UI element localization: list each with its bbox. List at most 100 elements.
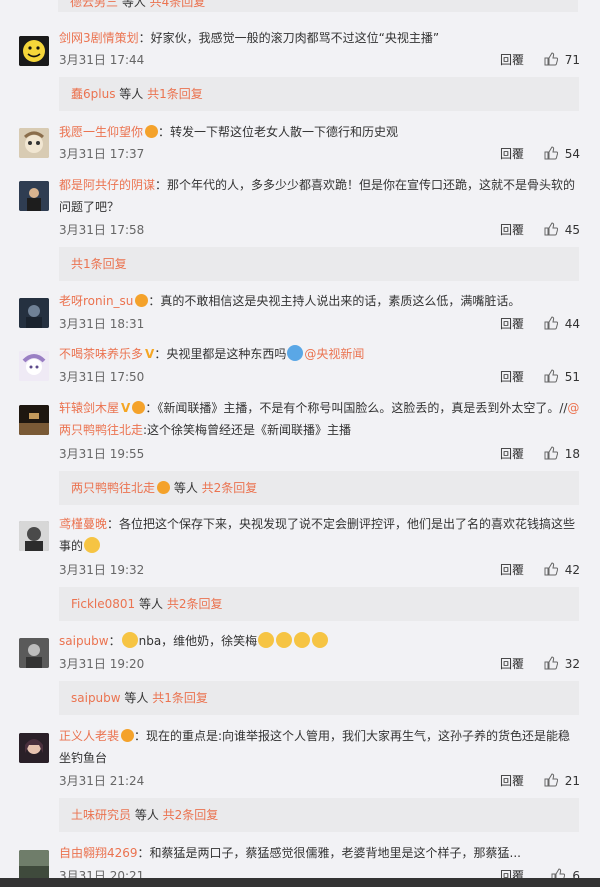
- reply-button[interactable]: 回覆: [500, 144, 524, 164]
- subreply-user[interactable]: 蠢6plus: [71, 87, 115, 101]
- comment-username[interactable]: 剑网3剧情策划: [59, 31, 139, 45]
- partial-subreply-box[interactable]: 德云男三 等人 共4条回复: [58, 0, 578, 12]
- fan-badge-icon: [132, 401, 146, 414]
- reply-button[interactable]: 回覆: [500, 367, 524, 387]
- subreply-user[interactable]: Fickle0801: [71, 597, 135, 611]
- reply-button[interactable]: 回覆: [500, 220, 524, 240]
- comment-time: 3月31日 17:44: [59, 53, 145, 67]
- comment-text: ：: [108, 634, 121, 648]
- subreply-box[interactable]: 共1条回复: [59, 247, 579, 281]
- subreply-box[interactable]: 蠢6plus 等人 共1条回复: [59, 77, 579, 111]
- comment-content: 正义人老裴 ：现在的重点是:向谁举报这个人管用，我们大家再生气，这孙子养的货色还是…: [59, 725, 580, 769]
- subreply-user[interactable]: 德云男三: [70, 0, 118, 9]
- like-button[interactable]: 18: [544, 444, 580, 464]
- comment-content: 鸢槿蔓晚：各位把这个保存下来，央视发现了说不定会删评控评，他们是出了名的喜欢花钱…: [59, 513, 580, 557]
- like-button[interactable]: 44: [544, 314, 580, 334]
- subreply-box[interactable]: saipubw 等人 共1条回复: [59, 681, 579, 715]
- comment-username[interactable]: 不喝茶味养乐多: [59, 347, 143, 361]
- verified-v-icon: V: [145, 347, 155, 361]
- comment-meta: 3月31日 17:37 回覆 54: [59, 144, 580, 164]
- comment-text-rest: nba，维他奶，徐笑梅: [138, 634, 258, 648]
- comment-text: ：央视里都是这种东西吗: [154, 347, 287, 361]
- thumbs-up-icon: [544, 369, 558, 383]
- reply-button[interactable]: 回覆: [500, 444, 524, 464]
- subreply-total[interactable]: 共2条回复: [163, 808, 219, 822]
- like-button[interactable]: 21: [544, 771, 580, 791]
- comment-username[interactable]: 老呀ronin_su: [59, 294, 133, 308]
- like-button[interactable]: 32: [544, 654, 580, 674]
- subreply-user[interactable]: 两只鸭鸭往北走: [71, 481, 155, 495]
- comment-content: 我愿一生仰望你 ：转发一下帮这位老女人散一下德行和历史观: [59, 121, 580, 143]
- comment-meta: 3月31日 17:58 回覆 45: [59, 220, 580, 240]
- avatar[interactable]: [19, 128, 49, 158]
- avatar-image: [19, 638, 49, 668]
- subreply-user[interactable]: 土味研究员: [71, 808, 131, 822]
- reply-button[interactable]: 回覆: [500, 560, 524, 580]
- comment-meta: 3月31日 18:31 回覆 44: [59, 314, 580, 334]
- subreply-total[interactable]: 共4条回复: [150, 0, 206, 9]
- comment-time: 3月31日 19:20: [59, 657, 145, 671]
- comment-username[interactable]: 正义人老裴: [59, 729, 119, 743]
- comment-username[interactable]: 轩辕剑木屋: [59, 401, 119, 415]
- like-button[interactable]: 54: [544, 144, 580, 164]
- comment-username[interactable]: 都是阿共仔的阴谋: [59, 178, 155, 192]
- avatar[interactable]: [19, 850, 49, 880]
- crying-emoji-icon: [84, 537, 101, 553]
- doge-emoji-icon: [276, 632, 293, 648]
- comment-text: ：和蔡猛是两口子，蔡猛感觉很儒雅，老婆背地里是这个样子，那蔡猛...: [137, 846, 521, 860]
- subreply-total[interactable]: 共1条回复: [152, 691, 208, 705]
- like-button[interactable]: 45: [544, 220, 580, 240]
- emoji-icon: [287, 345, 304, 361]
- mention-link[interactable]: @央视新闻: [304, 347, 364, 361]
- avatar[interactable]: [19, 405, 49, 435]
- avatar-image: [19, 298, 49, 328]
- subreply-etc: 等人: [115, 87, 148, 101]
- avatar[interactable]: [19, 181, 49, 211]
- avatar-image: [19, 521, 49, 551]
- like-button[interactable]: 71: [544, 50, 580, 70]
- like-button[interactable]: 42: [544, 560, 580, 580]
- reply-button[interactable]: 回覆: [500, 771, 524, 791]
- avatar[interactable]: [19, 36, 49, 66]
- subreply-total[interactable]: 共1条回复: [147, 87, 203, 101]
- fan-badge-icon: [157, 481, 171, 494]
- subreply-etc: 等人: [118, 0, 150, 9]
- comment-username[interactable]: 鸢槿蔓晚: [59, 517, 107, 531]
- thumbs-up-icon: [544, 773, 558, 787]
- comment-content: 剑网3剧情策划：好家伙，我感觉一般的滚刀肉都骂不过这位“央视主播”: [59, 27, 580, 49]
- reply-button[interactable]: 回覆: [500, 50, 524, 70]
- like-count: 44: [564, 317, 580, 331]
- subreply-box[interactable]: Fickle0801 等人 共2条回复: [59, 587, 579, 621]
- comment-meta: 3月31日 17:50 回覆 51: [59, 367, 580, 387]
- comment-content: saipubw： nba，维他奶，徐笑梅: [59, 630, 580, 652]
- fan-badge-icon: [121, 729, 135, 742]
- thumbs-up-icon: [544, 656, 558, 670]
- subreply-user[interactable]: saipubw: [71, 691, 121, 705]
- avatar[interactable]: [19, 733, 49, 763]
- like-count: 45: [564, 223, 580, 237]
- comment-text: ：各位把这个保存下来，央视发现了说不定会删评控评，他们是出了名的喜欢花钱搞这些事…: [59, 517, 576, 553]
- subreply-box[interactable]: 土味研究员 等人 共2条回复: [59, 798, 579, 832]
- comment-text: ：好家伙，我感觉一般的滚刀肉都骂不过这位“央视主播”: [138, 31, 440, 45]
- comment-content: 都是阿共仔的阴谋：那个年代的人，多多少少都喜欢跪！但是你在宣传口还跪，这就不是骨…: [59, 174, 580, 218]
- comment-username[interactable]: saipubw: [59, 634, 109, 648]
- comment-username[interactable]: 自由翱翔4269: [59, 846, 138, 860]
- subreply-total[interactable]: 共2条回复: [167, 597, 223, 611]
- subreply-total[interactable]: 共1条回复: [71, 257, 127, 271]
- thumbs-up-icon: [544, 222, 558, 236]
- comment-content: 自由翱翔4269：和蔡猛是两口子，蔡猛感觉很儒雅，老婆背地里是这个样子，那蔡猛.…: [59, 842, 580, 864]
- avatar[interactable]: [19, 638, 49, 668]
- reply-button[interactable]: 回覆: [500, 654, 524, 674]
- fan-badge-icon: [135, 294, 149, 307]
- reply-button[interactable]: 回覆: [500, 314, 524, 334]
- avatar[interactable]: [19, 521, 49, 551]
- bottom-scrollbar[interactable]: [0, 878, 600, 887]
- like-button[interactable]: 51: [544, 367, 580, 387]
- like-count: 18: [564, 447, 580, 461]
- subreply-box[interactable]: 两只鸭鸭往北走 等人 共2条回复: [59, 471, 579, 505]
- avatar-image: [19, 181, 49, 211]
- comment-username[interactable]: 我愿一生仰望你: [59, 125, 143, 139]
- avatar[interactable]: [19, 298, 49, 328]
- avatar[interactable]: [19, 351, 49, 381]
- subreply-total[interactable]: 共2条回复: [202, 481, 258, 495]
